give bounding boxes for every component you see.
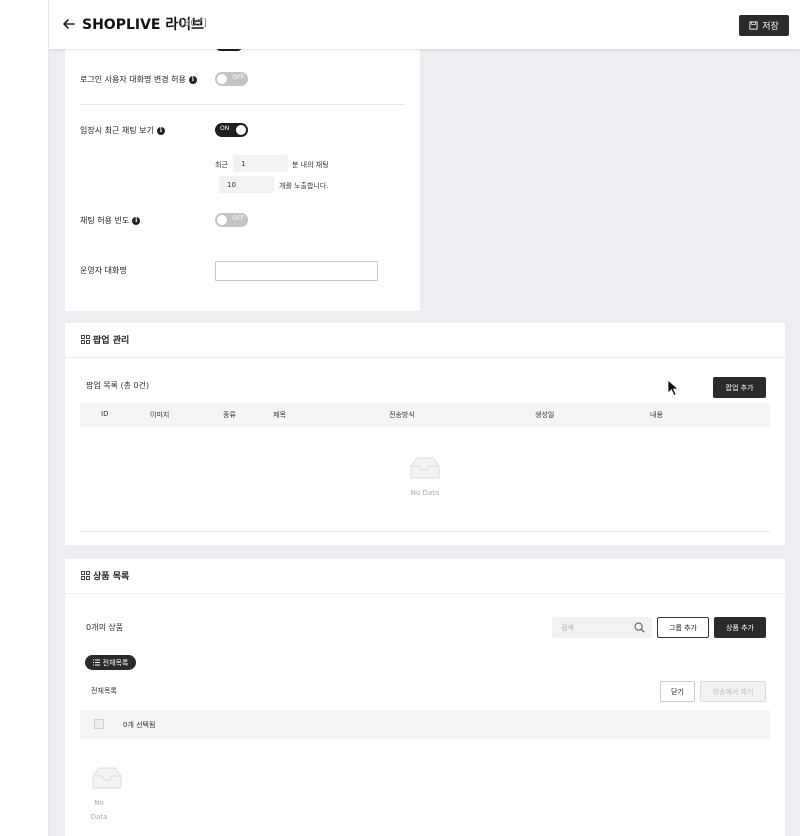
recent-minutes-input[interactable]: 1 [233,155,288,172]
info-icon[interactable]: i [132,216,141,225]
all-list-tab-label: 전체목록 [102,658,129,667]
product-search-input[interactable]: 검색 [552,617,652,638]
no-data-text: Data [90,813,108,821]
grid-icon [81,571,90,580]
no-data-text: No [94,799,104,807]
mouse-cursor-icon [667,379,679,397]
recent-count-suffix: 개를 노출합니다. [279,182,329,190]
search-icon[interactable] [634,622,645,633]
page-id-badge: [807] [180,18,207,29]
toggle-knob [217,215,227,225]
save-button-label: 저장 [762,22,779,32]
popup-table-header: ID 이미지 종류 제목 전송방식 생성일 내용 [80,403,770,427]
popup-list-count: 팝업 목록 (총 0건) [86,381,150,390]
column-header[interactable]: 제목 [273,410,286,420]
divider [80,104,405,105]
select-all-checkbox[interactable] [94,719,104,729]
recent-chat-toggle[interactable]: ON [215,123,248,137]
list-icon [92,659,100,666]
column-header[interactable]: 종류 [223,410,236,420]
info-icon[interactable]: i [188,75,197,84]
save-button[interactable]: 저장 [739,15,789,36]
operator-name-input[interactable] [215,261,378,281]
column-header[interactable]: 내용 [650,410,663,420]
popup-management-card: 팝업 관리 팝업 목록 (총 0건) 팝업 추가 ID 이미지 종류 제목 전송… [65,323,785,545]
main-area: SHOPLIVE 라이브 [807] 저장 로그인 사용자 대화명 변경 허용 … [49,0,800,836]
back-arrow-icon[interactable] [61,16,77,32]
column-header[interactable]: 이미지 [150,410,169,420]
selected-count-text: 0개 선택됨 [123,721,156,729]
login-name-change-toggle[interactable]: OFF [215,72,248,86]
empty-inbox-icon [410,457,440,479]
column-header[interactable]: 생성일 [535,410,554,420]
chat-frequency-label: 채팅 허용 빈도 i [80,215,141,226]
product-list-card: 상품 목록 0개의 상품 검색 그룹 추가 상품 추가 전체목록 전체목록 닫기… [65,559,785,836]
remove-from-broadcast-button[interactable]: 방송에서 제거 [700,681,766,702]
search-placeholder: 검색 [561,624,574,632]
login-name-change-label: 로그인 사용자 대화명 변경 허용 i [80,74,197,85]
chat-frequency-toggle[interactable]: OFF [215,213,248,227]
product-card-title: 상품 목록 [93,572,130,582]
popup-card-header: 팝업 관리 [65,323,785,358]
recent-chat-label: 입장시 최근 채팅 보기 i [80,125,165,136]
popup-card-title: 팝업 관리 [93,336,130,346]
column-header[interactable]: ID [101,410,108,418]
product-count-text: 0개의 상품 [86,623,124,632]
add-popup-button[interactable]: 팝업 추가 [713,377,766,398]
left-sidebar-strip [0,0,49,836]
chat-settings-card: 로그인 사용자 대화명 변경 허용 i OFF 입장시 최근 채팅 보기 i O… [65,45,420,311]
add-product-button[interactable]: 상품 추가 [714,617,766,638]
all-list-tab[interactable]: 전체목록 [85,655,136,670]
recent-prefix-text: 최근 [215,161,228,169]
toggle-knob [217,74,227,84]
info-icon[interactable]: i [156,126,165,135]
add-group-button[interactable]: 그룹 추가 [657,617,709,638]
grid-icon [81,335,90,344]
product-card-header: 상품 목록 [65,559,785,594]
empty-inbox-icon [92,767,122,789]
recent-minutes-suffix: 분 내의 채팅 [292,161,329,169]
save-icon [749,21,758,30]
column-header[interactable]: 전송방식 [389,410,415,420]
selection-row: 0개 선택됨 [80,710,770,739]
all-list-section-label: 전체목록 [91,687,117,695]
close-button[interactable]: 닫기 [660,681,695,702]
page-header: SHOPLIVE 라이브 [807] 저장 [49,0,800,49]
divider [80,531,770,532]
toggle-knob [236,125,246,135]
operator-name-label: 운영자 대화명 [80,266,127,275]
no-data-text: No Data [410,489,440,497]
recent-count-input[interactable]: 10 [219,176,274,193]
